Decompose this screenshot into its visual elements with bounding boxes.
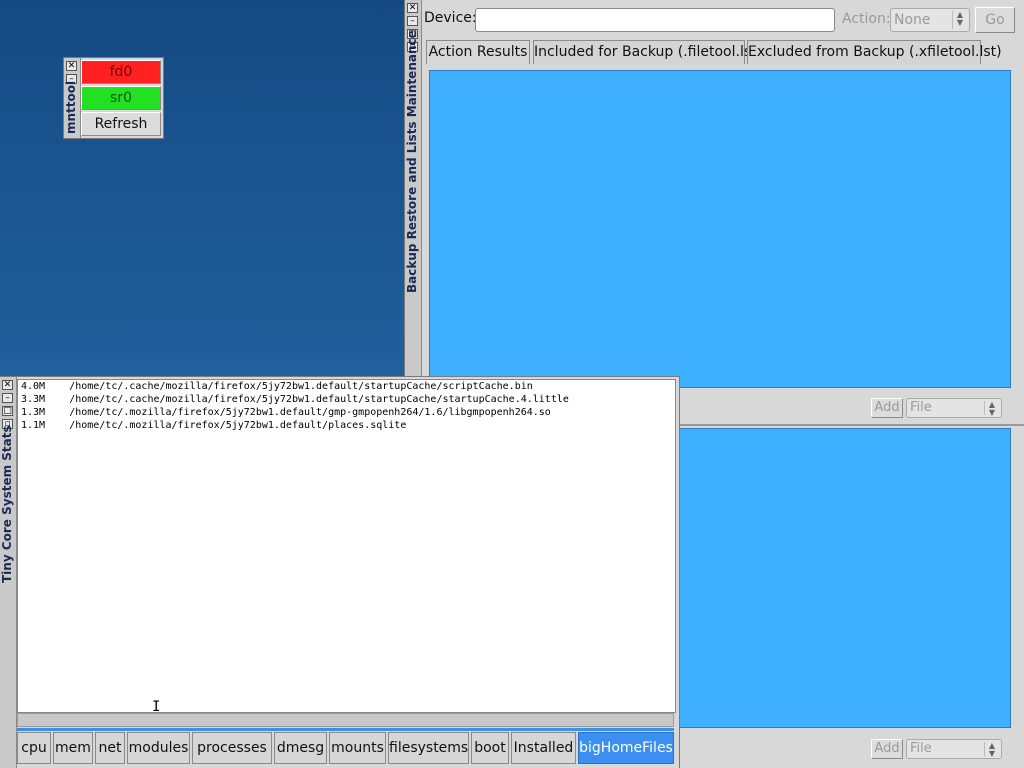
tab-excluded-from-backup[interactable]: Excluded from Backup (.xfiletool.lst) bbox=[747, 40, 1002, 64]
tab-dmesg[interactable]: dmesg bbox=[274, 732, 327, 764]
stats-title: Tiny Core System Stats bbox=[0, 425, 14, 583]
action-label: Action: bbox=[842, 11, 891, 27]
tab-cpu[interactable]: cpu bbox=[17, 732, 51, 764]
tab-mem[interactable]: mem bbox=[53, 732, 93, 764]
list-item: 3.3M /home/tc/.cache/mozilla/firefox/5jy… bbox=[21, 394, 569, 405]
action-results-pane[interactable] bbox=[429, 70, 1011, 388]
mnttool-titlebar[interactable]: ✕ – mnttool bbox=[64, 58, 81, 138]
tab-mounts[interactable]: mounts bbox=[329, 732, 386, 764]
close-icon[interactable]: ✕ bbox=[2, 380, 13, 390]
maximize-icon[interactable]: □ bbox=[2, 406, 13, 416]
fd0-label: fd0 bbox=[109, 64, 133, 80]
minimize-icon[interactable]: – bbox=[2, 393, 13, 403]
stats-titlebar[interactable]: ✕ – □ ▫ Tiny Core System Stats bbox=[0, 377, 17, 768]
status-strip bbox=[17, 728, 674, 731]
go-button[interactable]: Go bbox=[975, 7, 1015, 33]
device-input[interactable] bbox=[475, 8, 835, 32]
tab-boot[interactable]: boot bbox=[471, 732, 509, 764]
mnttool-window: ✕ – mnttool fd0 sr0 Refresh bbox=[64, 58, 163, 138]
tab-modules[interactable]: modules bbox=[127, 732, 190, 764]
spin-arrows-icon: ▲ ▼ bbox=[952, 11, 967, 29]
close-icon[interactable]: ✕ bbox=[66, 61, 77, 71]
mnttool-title: mnttool bbox=[64, 80, 78, 134]
tab-processes[interactable]: processes bbox=[192, 732, 272, 764]
sr0-label: sr0 bbox=[110, 90, 132, 106]
backup-title: Backup Restore and Lists Maintenance bbox=[405, 30, 419, 293]
sr0-button[interactable]: sr0 bbox=[81, 86, 161, 110]
refresh-label: Refresh bbox=[94, 116, 148, 132]
tab-action-results[interactable]: Action Results bbox=[426, 40, 530, 64]
file-select-top[interactable]: File ▲ ▼ bbox=[906, 398, 1002, 418]
horizontal-scrollbar[interactable] bbox=[17, 713, 674, 727]
spin-arrows-icon: ▲ ▼ bbox=[984, 401, 999, 417]
spin-arrows-icon: ▲ ▼ bbox=[984, 742, 999, 758]
list-item: 4.0M /home/tc/.cache/mozilla/firefox/5jy… bbox=[21, 381, 533, 392]
add-button-top[interactable]: Add bbox=[871, 398, 903, 418]
list-item: 1.1M /home/tc/.mozilla/firefox/5jy72bw1.… bbox=[21, 420, 407, 431]
tab-net[interactable]: net bbox=[95, 732, 125, 764]
add-button-bottom[interactable]: Add bbox=[871, 739, 903, 759]
close-icon[interactable]: ✕ bbox=[407, 3, 418, 13]
tab-filesystems[interactable]: filesystems bbox=[388, 732, 469, 764]
system-stats-window: ✕ – □ ▫ Tiny Core System Stats 4.0M /hom… bbox=[0, 377, 679, 768]
big-home-files-list[interactable]: 4.0M /home/tc/.cache/mozilla/firefox/5jy… bbox=[17, 379, 676, 713]
refresh-button[interactable]: Refresh bbox=[81, 112, 161, 136]
minimize-icon[interactable]: – bbox=[407, 16, 418, 26]
fd0-button[interactable]: fd0 bbox=[81, 60, 161, 84]
device-label: Device: bbox=[424, 10, 477, 26]
file-select-bottom[interactable]: File ▲ ▼ bbox=[906, 739, 1002, 759]
tab-bighomefiles[interactable]: bigHomeFiles bbox=[578, 732, 674, 764]
tab-included-for-backup[interactable]: Included for Backup (.filetool.lst) bbox=[533, 40, 762, 64]
list-item: 1.3M /home/tc/.mozilla/firefox/5jy72bw1.… bbox=[21, 407, 551, 418]
action-select[interactable]: None ▲ ▼ bbox=[890, 8, 970, 32]
tab-installed[interactable]: Installed bbox=[511, 732, 576, 764]
